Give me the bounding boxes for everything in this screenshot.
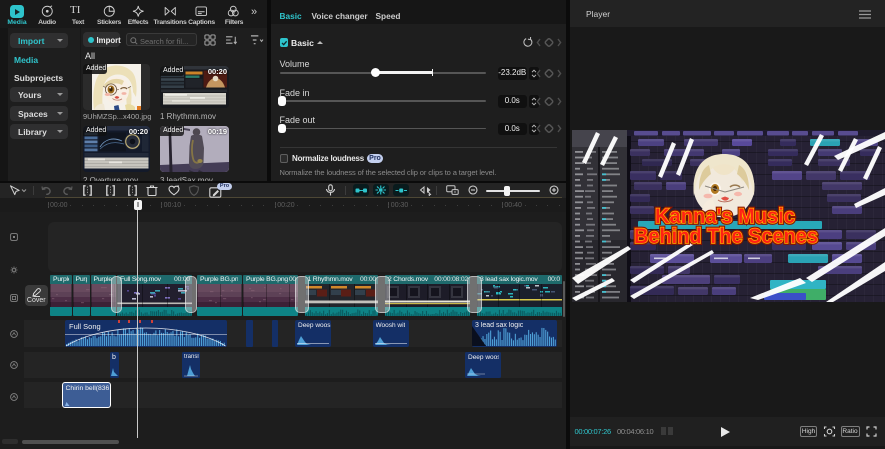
svg-text:Behind The Scenes: Behind The Scenes	[634, 224, 818, 248]
